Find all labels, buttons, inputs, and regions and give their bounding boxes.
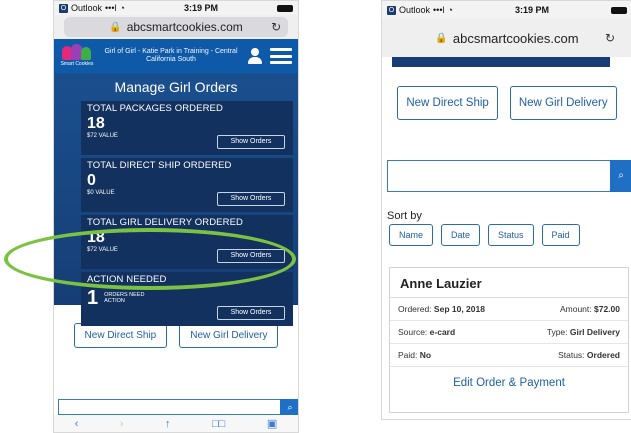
- order-row: Ordered: Sep 10, 2018 Amount: $72.00: [390, 298, 628, 321]
- action-needed-card: ACTION NEEDED 1 ORDERS NEED ACTION Show …: [81, 272, 293, 326]
- sort-date-button[interactable]: Date: [441, 224, 481, 246]
- user-icon[interactable]: [248, 48, 262, 64]
- lock-icon: 🔒: [109, 21, 122, 33]
- back-icon[interactable]: ‹: [75, 418, 79, 430]
- order-row: Paid: No Status: Ordered: [390, 344, 628, 367]
- order-status: Ordered: [586, 350, 620, 360]
- ordered-date: Sep 10, 2018: [433, 304, 485, 314]
- card-label: TOTAL DIRECT SHIP ORDERED: [87, 160, 232, 171]
- battery-icon: [277, 4, 293, 12]
- card-label: TOTAL PACKAGES ORDERED: [87, 103, 223, 114]
- new-girl-delivery-button[interactable]: New Girl Delivery: [179, 323, 279, 348]
- carrier-label: Outlook: [71, 3, 103, 13]
- search-input[interactable]: [387, 160, 610, 192]
- lock-icon: 🔒: [435, 32, 448, 44]
- order-type: Girl Delivery: [569, 327, 620, 337]
- signal-icon: •••l: [433, 5, 445, 15]
- paid-status: No: [419, 350, 432, 360]
- menu-icon[interactable]: [270, 48, 292, 64]
- share-icon[interactable]: ↑: [165, 418, 171, 430]
- status-bar: O Outlook •••l ◔ 3:19 PM: [54, 1, 298, 15]
- sort-paid-button[interactable]: Paid: [541, 224, 580, 246]
- reload-icon[interactable]: ↻: [271, 20, 281, 34]
- show-orders-button[interactable]: Show Orders: [217, 192, 285, 206]
- search-input[interactable]: [58, 399, 280, 415]
- total-girl-delivery-card: TOTAL GIRL DELIVERY ORDERED 18 $72 VALUE…: [81, 215, 293, 269]
- show-orders-button[interactable]: Show Orders: [217, 306, 285, 320]
- search-icon[interactable]: ⌕: [610, 160, 631, 192]
- total-packages-card: TOTAL PACKAGES ORDERED 18 $72 VALUE Show…: [81, 101, 293, 155]
- smart-cookies-logo[interactable]: Smart Cookies: [60, 43, 94, 69]
- battery-icon: [611, 6, 627, 14]
- wifi-icon: ◔: [119, 3, 125, 13]
- new-direct-ship-button[interactable]: New Direct Ship: [397, 86, 498, 120]
- outlook-icon: O: [59, 3, 68, 13]
- browser-toolbar: ‹ › ↑ □□ ▣: [54, 415, 298, 432]
- right-phone-screen: O Outlook •••l ◔ 3:19 PM 🔒 abcsmartcooki…: [381, 0, 631, 420]
- carrier-label: Outlook: [399, 5, 431, 15]
- new-girl-delivery-button[interactable]: New Girl Delivery: [509, 86, 617, 120]
- tabs-icon[interactable]: ▣: [267, 417, 277, 430]
- edit-order-payment-link[interactable]: Edit Order & Payment: [390, 377, 628, 389]
- order-row: Source: e-card Type: Girl Delivery: [390, 321, 628, 344]
- page-title: Manage Girl Orders: [114, 79, 238, 95]
- show-orders-button[interactable]: Show Orders: [217, 135, 285, 149]
- customer-name: Anne Lauzier: [390, 268, 628, 298]
- header-strip: [392, 57, 610, 67]
- card-value: ORDERS NEED ACTION: [104, 291, 145, 304]
- sort-by-label: Sort by: [387, 210, 422, 222]
- new-direct-ship-button[interactable]: New Direct Ship: [73, 323, 168, 348]
- show-orders-button[interactable]: Show Orders: [217, 249, 285, 263]
- card-number: 18: [87, 115, 105, 132]
- order-source: e-card: [429, 327, 456, 337]
- sort-name-button[interactable]: Name: [389, 224, 434, 246]
- status-bar: O Outlook •••l ◔ 3:19 PM: [382, 1, 631, 19]
- outlook-icon: O: [387, 5, 396, 15]
- total-direct-ship-card: TOTAL DIRECT SHIP ORDERED 0 $0 VALUE Sho…: [81, 158, 293, 212]
- order-amount: $72.00: [594, 304, 620, 314]
- card-label: TOTAL GIRL DELIVERY ORDERED: [87, 217, 243, 228]
- sort-options: Name Date Status Paid: [389, 224, 580, 246]
- reload-icon[interactable]: ↻: [605, 31, 615, 45]
- url-text[interactable]: abcsmartcookies.com: [453, 31, 579, 46]
- sort-status-button[interactable]: Status: [488, 224, 534, 246]
- card-label: ACTION NEEDED: [87, 274, 167, 285]
- address-bar[interactable]: 🔒 abcsmartcookies.com ↻: [382, 19, 631, 57]
- clock: 3:19 PM: [514, 5, 549, 15]
- signal-icon: •••l: [105, 3, 117, 13]
- left-phone-screen: O Outlook •••l ◔ 3:19 PM 🔒 abcsmartcooki…: [53, 0, 299, 433]
- card-number: 1: [87, 287, 99, 309]
- card-number: 0: [87, 172, 96, 189]
- clock: 3:19 PM: [183, 3, 218, 13]
- bookmarks-icon[interactable]: □□: [212, 418, 225, 430]
- site-header: Smart Cookies Girl of Girl - Katie Park …: [54, 39, 298, 73]
- orders-summary-panel: Manage Girl Orders TOTAL PACKAGES ORDERE…: [54, 73, 298, 326]
- order-card: Anne Lauzier Ordered: Sep 10, 2018 Amoun…: [389, 267, 629, 413]
- address-bar[interactable]: 🔒 abcsmartcookies.com ↻: [54, 15, 298, 39]
- url-text[interactable]: abcsmartcookies.com: [127, 20, 243, 34]
- wifi-icon: ◔: [447, 5, 453, 15]
- forward-icon[interactable]: ›: [120, 418, 124, 430]
- card-number: 18: [87, 229, 105, 246]
- troop-label: Girl of Girl - Katie Park in Training - …: [104, 48, 238, 63]
- search-icon[interactable]: ⌕: [280, 399, 298, 415]
